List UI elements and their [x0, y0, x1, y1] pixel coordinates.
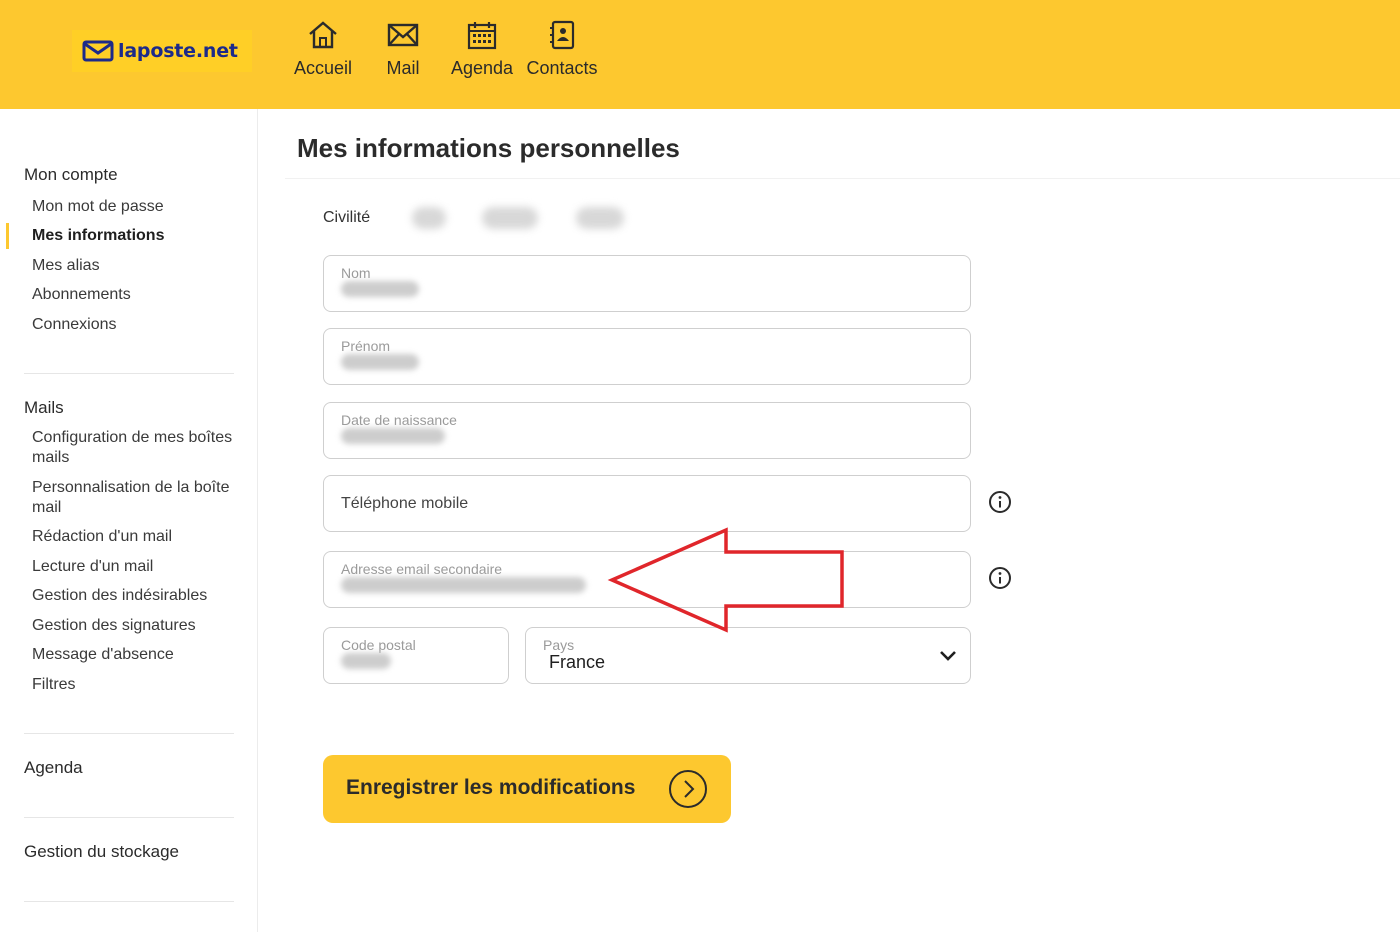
telephone-info-icon[interactable]	[988, 490, 1012, 514]
sidebar-section-mon-compte[interactable]: Mon compte	[24, 165, 118, 185]
sidebar-section-agenda[interactable]: Agenda	[24, 758, 83, 778]
telephone-placeholder: Téléphone mobile	[341, 495, 469, 512]
sidebar-item-configuration-boites[interactable]: Configuration de mes boîtes mails	[32, 428, 242, 468]
prenom-label: Prénom	[341, 338, 391, 354]
civility-option-redacted[interactable]	[482, 207, 538, 229]
code-postal-value-redacted	[341, 653, 391, 669]
sidebar-item-abonnements[interactable]: Abonnements	[32, 285, 242, 305]
sidebar-item-connexions[interactable]: Connexions	[32, 315, 242, 335]
email-info-icon[interactable]	[988, 566, 1012, 590]
sidebar-item-mot-de-passe[interactable]: Mon mot de passe	[32, 197, 242, 217]
circle-chevron-right-icon	[669, 770, 707, 808]
code-postal-field[interactable]: Code postal	[323, 627, 509, 684]
date-naissance-field[interactable]: Date de naissance	[323, 402, 971, 459]
nav-agenda-label: Agenda	[450, 58, 514, 78]
chevron-down-icon[interactable]	[938, 648, 958, 662]
top-navigation-bar: laposte.net Accueil Mail Agenda Contacts	[0, 0, 1400, 109]
sidebar-item-personnalisation[interactable]: Personnalisation de la boîte mail	[32, 478, 242, 518]
laposte-logo[interactable]: laposte.net	[72, 30, 252, 72]
code-postal-label: Code postal	[341, 637, 416, 653]
nav-agenda[interactable]: Agenda	[442, 20, 522, 79]
civility-label: Civilité	[323, 209, 371, 226]
sidebar-divider	[24, 901, 234, 902]
sidebar-divider	[24, 817, 234, 818]
sidebar-item-signatures[interactable]: Gestion des signatures	[32, 616, 242, 636]
pays-value: France	[549, 652, 606, 672]
email-secondaire-value-redacted	[341, 577, 586, 593]
red-annotation-arrow	[607, 527, 844, 633]
save-button-label: Enregistrer les modifications	[346, 776, 636, 799]
envelope-logo-icon	[82, 40, 114, 62]
contacts-book-icon	[550, 20, 575, 50]
nom-value-redacted	[341, 281, 419, 297]
date-naissance-label: Date de naissance	[341, 412, 457, 428]
page-title: Mes informations personnelles	[297, 133, 680, 163]
title-divider	[285, 178, 1400, 179]
sidebar-item-lecture[interactable]: Lecture d'un mail	[32, 557, 242, 577]
prenom-value-redacted	[341, 354, 419, 370]
nav-accueil[interactable]: Accueil	[283, 20, 363, 79]
sidebar-item-message-absence[interactable]: Message d'absence	[32, 645, 242, 665]
civility-option-redacted[interactable]	[412, 207, 446, 229]
sidebar-item-filtres[interactable]: Filtres	[32, 675, 242, 695]
settings-sidebar: Mon compte Mon mot de passe Mes informat…	[0, 109, 258, 932]
date-naissance-value-redacted	[341, 428, 445, 444]
sidebar-item-mes-informations[interactable]: Mes informations	[32, 226, 242, 246]
email-secondaire-label: Adresse email secondaire	[341, 561, 503, 577]
nav-mail-label: Mail	[386, 58, 420, 78]
sidebar-section-mails[interactable]: Mails	[24, 398, 64, 418]
active-indicator	[6, 223, 9, 249]
sidebar-item-mes-alias[interactable]: Mes alias	[32, 256, 242, 276]
prenom-field[interactable]: Prénom	[323, 328, 971, 385]
save-changes-button[interactable]: Enregistrer les modifications	[323, 755, 731, 823]
sidebar-section-stockage[interactable]: Gestion du stockage	[24, 842, 179, 862]
pays-label: Pays	[543, 637, 575, 653]
nom-field[interactable]: Nom	[323, 255, 971, 312]
civility-option-redacted[interactable]	[576, 207, 624, 229]
sidebar-item-indesirables[interactable]: Gestion des indésirables	[32, 586, 242, 606]
nav-contacts[interactable]: Contacts	[522, 20, 602, 79]
envelope-icon	[387, 23, 419, 47]
nav-contacts-label: Contacts	[526, 58, 598, 78]
sidebar-divider	[24, 373, 234, 374]
sidebar-item-redaction[interactable]: Rédaction d'un mail	[32, 527, 242, 547]
logo-text: laposte.net	[118, 40, 238, 62]
nom-label: Nom	[341, 265, 371, 281]
home-icon	[309, 21, 337, 49]
nav-accueil-label: Accueil	[293, 58, 353, 78]
nav-mail[interactable]: Mail	[363, 20, 443, 79]
calendar-icon	[467, 22, 497, 50]
sidebar-divider	[24, 733, 234, 734]
